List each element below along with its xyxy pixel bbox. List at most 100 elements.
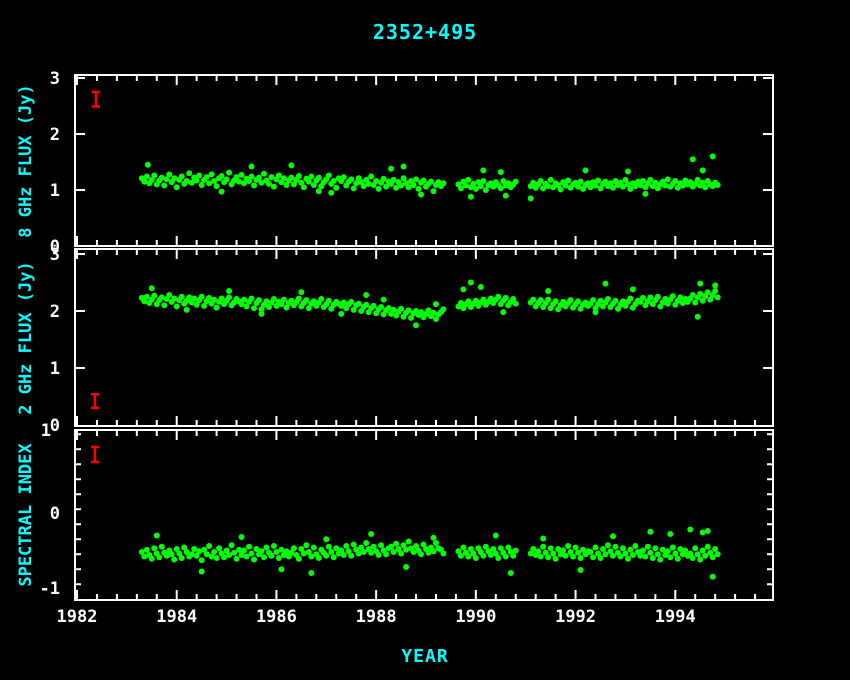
data-point: [144, 547, 150, 553]
outlier-point: [468, 194, 474, 200]
data-point: [553, 298, 559, 304]
y-tick-label: 1: [50, 181, 60, 201]
outlier-point: [278, 566, 284, 572]
outlier-point: [647, 529, 653, 535]
data-point: [545, 297, 551, 303]
outlier-point: [154, 533, 160, 539]
y-tick-label: 2: [50, 125, 60, 145]
outlier-point: [258, 311, 264, 317]
data-point: [610, 553, 616, 559]
data-point: [700, 548, 706, 554]
y-tick-label: 3: [50, 69, 60, 89]
data-point: [276, 555, 282, 561]
data-point: [144, 174, 150, 180]
data-point: [510, 553, 516, 559]
data-point: [343, 543, 349, 549]
data-point: [563, 553, 569, 559]
y-tick-label: 0: [50, 416, 60, 436]
data-point: [540, 544, 546, 550]
outlier-point: [667, 531, 673, 537]
x-tick-label: 1984: [156, 607, 197, 627]
data-point: [675, 556, 681, 562]
data-point: [430, 188, 436, 194]
data-point: [296, 556, 302, 562]
data-point: [570, 554, 576, 560]
outlier-point: [500, 309, 506, 315]
data-point: [199, 294, 205, 300]
outlier-point: [583, 167, 589, 173]
data-point: [251, 305, 257, 311]
data-point: [662, 183, 668, 189]
data-point: [388, 544, 394, 550]
data-point: [568, 297, 574, 303]
y-tick-label: 2: [50, 302, 60, 322]
outlier-point: [145, 162, 151, 168]
data-point: [186, 170, 192, 176]
data-point: [612, 544, 618, 550]
data-point: [553, 556, 559, 562]
data-point: [174, 184, 180, 190]
data-point: [655, 551, 661, 557]
x-tick-label: 1982: [57, 607, 98, 627]
data-point: [378, 542, 384, 548]
data-point: [605, 296, 611, 302]
data-point: [171, 557, 177, 563]
data-point: [214, 555, 220, 561]
data-point: [480, 553, 486, 559]
data-point: [391, 549, 397, 555]
panel-box-flux-8ghz: [75, 75, 773, 246]
data-point: [672, 551, 678, 557]
outlier-point: [388, 166, 394, 172]
data-point: [602, 551, 608, 557]
data-point: [341, 174, 347, 180]
y-tick-label: 1: [41, 421, 51, 441]
outlier-point: [226, 288, 232, 294]
outlier-point: [710, 153, 716, 159]
data-point: [398, 306, 404, 312]
data-point: [248, 174, 254, 180]
data-point: [226, 170, 232, 176]
data-point: [371, 303, 377, 309]
data-point: [378, 304, 384, 310]
outlier-point: [418, 191, 424, 197]
data-point: [545, 183, 551, 189]
data-point: [697, 557, 703, 563]
data-point: [513, 548, 519, 554]
data-point: [311, 545, 317, 551]
data-point: [241, 548, 247, 554]
data-point: [440, 306, 446, 312]
data-point: [151, 545, 157, 551]
data-point: [383, 551, 389, 557]
outlier-point: [630, 286, 636, 292]
outlier-point: [503, 193, 509, 199]
data-point: [655, 294, 661, 300]
outlier-point: [493, 533, 499, 539]
outlier-point: [695, 314, 701, 320]
data-point: [625, 556, 631, 562]
x-tick-label: 1992: [555, 607, 596, 627]
data-point: [411, 182, 417, 188]
data-point: [630, 552, 636, 558]
data-point: [513, 301, 519, 307]
data-point: [161, 302, 167, 308]
outlier-point: [199, 569, 205, 575]
data-point: [647, 550, 653, 556]
data-point: [565, 177, 571, 183]
panel-box-spectral-index: [75, 430, 773, 600]
data-point: [301, 184, 307, 190]
data-point: [326, 172, 332, 178]
data-point: [617, 554, 623, 560]
data-point: [440, 551, 446, 557]
data-point: [430, 548, 436, 554]
data-point: [156, 554, 162, 560]
data-point: [234, 556, 240, 562]
data-point: [640, 548, 646, 554]
data-point: [248, 551, 254, 557]
data-point: [398, 551, 404, 557]
data-point: [229, 542, 235, 548]
data-point: [179, 555, 185, 561]
data-point: [575, 550, 581, 556]
data-point: [715, 294, 721, 300]
outlier-point: [368, 531, 374, 537]
data-point: [538, 554, 544, 560]
